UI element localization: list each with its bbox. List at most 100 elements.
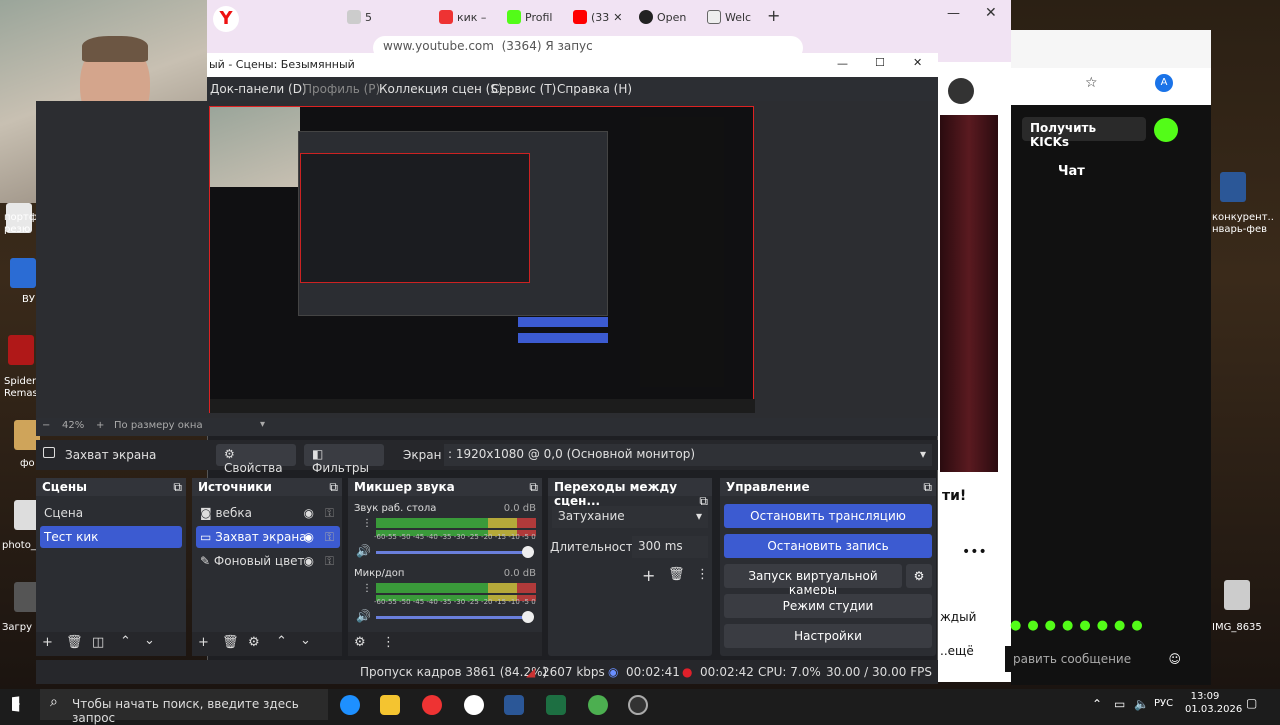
taskbar-clock[interactable]: 13:09 01.03.2026 [1185, 690, 1242, 716]
scene-filters-icon[interactable]: ◫ [92, 635, 104, 650]
volume-slider[interactable] [376, 616, 528, 619]
add-source-icon[interactable]: + [198, 635, 209, 650]
tab-kick[interactable]: кик – [439, 6, 486, 28]
zoom-mode[interactable]: По размеру окна [114, 420, 203, 431]
source-properties-icon[interactable]: ⚙ [248, 635, 260, 650]
remove-scene-icon[interactable]: 🗑 [66, 635, 83, 650]
word-icon[interactable] [504, 695, 524, 715]
desktop-icon-word-doc[interactable] [1220, 172, 1246, 202]
scene-item[interactable]: Сцена [40, 502, 182, 524]
emote-bar[interactable]: ●●●●●●●● [1010, 618, 1200, 633]
preview-canvas[interactable] [209, 106, 755, 413]
remove-transition-icon[interactable]: 🗑 [668, 567, 685, 582]
file-explorer-icon[interactable] [380, 695, 400, 715]
desktop-icon-vu[interactable] [10, 258, 36, 288]
virtual-camera-settings-gear-icon[interactable]: ⚙ [906, 564, 932, 588]
move-down-icon[interactable]: ⌄ [300, 633, 311, 648]
tab-profile[interactable]: Profil [507, 6, 552, 28]
add-scene-icon[interactable]: + [42, 635, 53, 650]
obs-icon[interactable] [628, 695, 648, 715]
yandex-browser-icon[interactable] [464, 695, 484, 715]
language-indicator[interactable]: РУС [1154, 698, 1173, 709]
scene-item[interactable]: Тест кик [40, 526, 182, 548]
source-item[interactable]: ✎ Фоновый цвет ◉ ⚿ [196, 550, 340, 572]
desktop-icon-spider[interactable] [8, 335, 34, 365]
menu-profile[interactable]: Профиль (P) [303, 82, 380, 96]
filters-button[interactable]: ◧ Фильтры [304, 444, 384, 475]
yandex-browser-icon[interactable]: Y [213, 6, 239, 32]
menu-scene-collection[interactable]: Коллекция сцен (S) [379, 82, 503, 96]
minimize-icon[interactable]: — [947, 6, 960, 21]
volume-icon[interactable]: 🔈 [1134, 697, 1149, 711]
gear-icon: ⚙ [224, 447, 235, 461]
add-transition-icon[interactable]: + [642, 566, 655, 585]
channel-avatar[interactable] [948, 78, 974, 104]
tab-openai[interactable]: Open [639, 6, 686, 28]
bookmark-star-icon[interactable]: ☆ [1085, 75, 1098, 91]
speaker-icon[interactable]: 🔊 [356, 609, 371, 623]
studio-mode-button[interactable]: Режим студии [724, 594, 932, 618]
mixer-menu-icon[interactable]: ⋮ [382, 635, 395, 650]
profile-avatar[interactable]: A [1155, 74, 1173, 92]
source-item[interactable]: ▭ Захват экрана ◉ ⚿ [196, 526, 340, 548]
chrome-icon[interactable] [588, 695, 608, 715]
minimize-icon[interactable]: — [837, 57, 848, 70]
more-options-icon[interactable]: ••• [962, 544, 987, 560]
source-item[interactable]: ◙ вебка ◉ ⚿ [196, 502, 340, 524]
zoom-dropdown-icon[interactable]: ▾ [260, 419, 265, 430]
get-kicks-button[interactable]: Получить KICKs [1022, 117, 1146, 149]
yandex-icon[interactable] [422, 695, 442, 715]
move-up-icon[interactable]: ⌃ [120, 634, 131, 649]
volume-slider-knob[interactable] [522, 546, 534, 558]
speaker-icon[interactable]: 🔊 [356, 544, 371, 558]
notifications-icon[interactable]: ▢ [1246, 696, 1257, 710]
taskbar-search[interactable]: Чтобы начать поиск, введите здесь запрос [40, 689, 328, 725]
remove-source-icon[interactable]: 🗑 [222, 635, 239, 650]
screen-select[interactable]: : 1920x1080 @ 0,0 (Основной монитор) ▾ [444, 444, 932, 466]
menu-tools[interactable]: Сервис (T) [491, 82, 556, 96]
properties-button[interactable]: ⚙ Свойства [216, 444, 296, 475]
kick-emote-icon[interactable] [1154, 118, 1178, 142]
chat-title: Чат [1058, 164, 1085, 179]
desktop-icon-image[interactable] [1224, 580, 1250, 610]
stop-record-button[interactable]: Остановить запись [724, 534, 932, 558]
visibility-eye-icon: ◉ [303, 554, 314, 568]
settings-button[interactable]: Настройки [724, 624, 932, 648]
zoom-in-icon[interactable]: + [96, 420, 104, 431]
tray-chevron-icon[interactable]: ⌃ [1092, 697, 1102, 711]
volume-slider-knob[interactable] [522, 611, 534, 623]
mixer-title: Микшер звука [354, 480, 455, 494]
move-down-icon[interactable]: ⌄ [144, 633, 155, 648]
zoom-out-icon[interactable]: − [42, 420, 50, 431]
new-tab-icon[interactable]: + [767, 6, 780, 25]
edge-icon[interactable] [340, 695, 360, 715]
channel-menu-icon[interactable]: ⋮ [362, 583, 372, 594]
menu-help[interactable]: Справка (H) [557, 82, 632, 96]
advanced-audio-icon[interactable]: ⚙ [354, 635, 366, 650]
channel-menu-icon[interactable]: ⋮ [362, 518, 372, 529]
tab-youtube[interactable]: (33 ✕ [573, 6, 623, 28]
volume-slider[interactable] [376, 551, 528, 554]
chat-input[interactable]: равить сообщение ☺ [1005, 646, 1195, 672]
close-window-icon[interactable]: ✕ [985, 5, 997, 21]
video-thumbnail[interactable] [940, 115, 998, 472]
transition-select[interactable]: Затухание ▾ [552, 506, 708, 528]
monitor-icon [43, 447, 55, 458]
tab-welcome[interactable]: Welc [707, 6, 751, 28]
stream-icon: ◉ [608, 665, 619, 679]
duration-spinbox[interactable]: 300 ms [632, 536, 708, 558]
excel-icon[interactable] [546, 695, 566, 715]
stop-stream-button[interactable]: Остановить трансляцию [724, 504, 932, 528]
obs-titlebar: ый - Сцены: Безымянный — ☐ ✕ [207, 53, 938, 77]
show-more-link[interactable]: ..ещё [940, 644, 974, 658]
close-icon[interactable]: ✕ [913, 56, 922, 69]
network-icon[interactable]: ▭ [1114, 697, 1125, 711]
transitions-title: Переходы между сцен... [554, 480, 678, 508]
move-up-icon[interactable]: ⌃ [276, 634, 287, 649]
maximize-icon[interactable]: ☐ [875, 56, 885, 69]
menu-docks[interactable]: Док-панели (D) [210, 82, 307, 96]
tab-group-counter[interactable]: 5 [347, 6, 372, 28]
transition-menu-icon[interactable]: ⋮ [696, 567, 709, 582]
mixer-dock: Микшер звука ⧉ Звук раб. стола 0.0 dB -60… [348, 478, 542, 656]
virtual-camera-button[interactable]: Запуск виртуальной камеры [724, 564, 902, 597]
